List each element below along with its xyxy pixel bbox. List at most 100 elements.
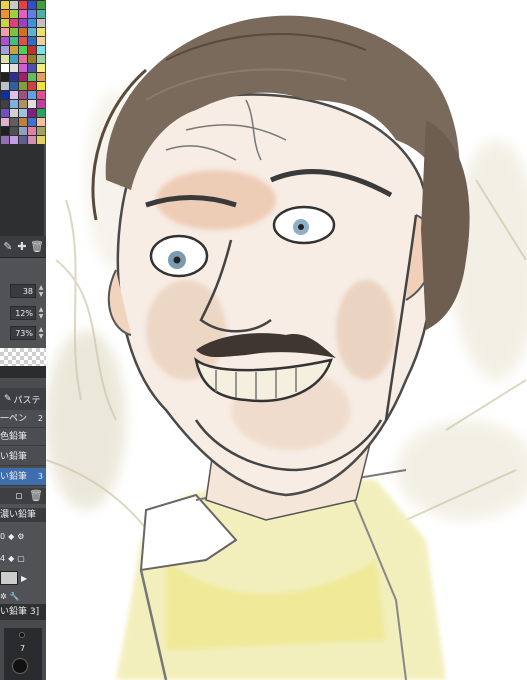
palette-swatch[interactable] (28, 73, 36, 81)
palette-swatch[interactable] (37, 28, 45, 36)
palette-swatch[interactable] (1, 28, 9, 36)
palette-swatch[interactable] (37, 46, 45, 54)
palette-swatch[interactable] (19, 73, 27, 81)
palette-swatch[interactable] (37, 91, 45, 99)
palette-swatch[interactable] (1, 109, 9, 117)
brush-size-field[interactable]: 38 (10, 284, 36, 298)
palette-swatch[interactable] (28, 37, 36, 45)
palette-swatch[interactable] (37, 118, 45, 126)
palette-swatch[interactable] (28, 127, 36, 135)
palette-swatch[interactable] (1, 91, 9, 99)
palette-swatch[interactable] (37, 127, 45, 135)
palette-swatch[interactable] (19, 109, 27, 117)
size-dot-large[interactable] (12, 658, 28, 674)
palette-swatch[interactable] (28, 100, 36, 108)
brush-item-pencil-selected[interactable]: い鉛筆 3 (0, 468, 46, 486)
palette-swatch[interactable] (37, 1, 45, 9)
brush-item-pen[interactable]: 一ペン 2 (0, 410, 46, 428)
palette-swatch[interactable] (19, 10, 27, 18)
texture-preview[interactable] (0, 571, 18, 585)
palette-swatch[interactable] (1, 55, 9, 63)
palette-swatch[interactable] (37, 100, 45, 108)
palette-swatch[interactable] (1, 46, 9, 54)
palette-swatch[interactable] (37, 37, 45, 45)
palette-swatch[interactable] (19, 1, 27, 9)
palette-add-icon[interactable]: ✚ (16, 240, 28, 253)
stepper-icon[interactable]: ◆ (8, 532, 14, 541)
brush-density-field[interactable]: 12% (10, 306, 36, 320)
palette-swatch[interactable] (37, 19, 45, 27)
palette-swatch[interactable] (1, 136, 9, 144)
palette-swatch[interactable] (10, 1, 18, 9)
palette-swatch[interactable] (1, 118, 9, 126)
palette-swatch[interactable] (10, 118, 18, 126)
palette-swatch[interactable] (10, 136, 18, 144)
size-dot-small[interactable] (19, 632, 25, 638)
palette-swatch[interactable] (28, 118, 36, 126)
brush-item-pencil[interactable]: い鉛筆 (0, 448, 46, 466)
palette-swatch[interactable] (19, 127, 27, 135)
brush-opacity-field[interactable]: 73% (10, 326, 36, 340)
palette-swatch[interactable] (10, 82, 18, 90)
palette-swatch[interactable] (19, 91, 27, 99)
palette-swatch[interactable] (10, 10, 18, 18)
sub-row-1-value[interactable]: 0 (0, 532, 5, 541)
brush-size-spinner[interactable]: ▲ ▼ (36, 284, 46, 298)
new-brush-icon[interactable]: ▫ (13, 490, 25, 502)
palette-swatch[interactable] (10, 64, 18, 72)
transparency-swatch[interactable] (0, 348, 46, 366)
palette-swatch[interactable] (19, 19, 27, 27)
palette-swatch[interactable] (28, 109, 36, 117)
palette-edit-icon[interactable]: ✎ (2, 240, 14, 253)
palette-swatch[interactable] (1, 1, 9, 9)
palette-swatch[interactable] (19, 136, 27, 144)
play-icon[interactable]: ▶ (21, 574, 27, 583)
palette-swatch[interactable] (1, 127, 9, 135)
palette-swatch[interactable] (28, 1, 36, 9)
palette-swatch[interactable] (28, 28, 36, 36)
palette-swatch[interactable] (37, 64, 45, 72)
palette-swatch[interactable] (10, 91, 18, 99)
palette-swatch[interactable] (28, 55, 36, 63)
stepper-icon[interactable]: ◆ (8, 554, 14, 563)
palette-swatch[interactable] (28, 19, 36, 27)
palette-swatch[interactable] (28, 82, 36, 90)
palette-delete-icon[interactable]: 🗑 (30, 240, 44, 253)
palette-swatch[interactable] (10, 46, 18, 54)
palette-swatch[interactable] (19, 64, 27, 72)
palette-swatch[interactable] (37, 82, 45, 90)
palette-swatch[interactable] (19, 55, 27, 63)
palette-swatch[interactable] (10, 19, 18, 27)
palette-swatch[interactable] (10, 100, 18, 108)
brush-size-presets[interactable]: 7 (4, 628, 42, 680)
drawing-canvas[interactable] (46, 0, 527, 680)
palette-swatch[interactable] (1, 100, 9, 108)
palette-swatch[interactable] (10, 37, 18, 45)
palette-swatch[interactable] (10, 55, 18, 63)
palette-swatch[interactable] (10, 109, 18, 117)
palette-swatch[interactable] (1, 73, 9, 81)
palette-swatch[interactable] (37, 73, 45, 81)
sub-row-2-value[interactable]: 4 (0, 554, 5, 563)
palette-swatch[interactable] (37, 10, 45, 18)
square-icon[interactable]: ▢ (17, 554, 25, 563)
tab-pastel[interactable]: ✎ パステ (0, 393, 41, 406)
delete-brush-icon[interactable]: 🗑 (29, 490, 43, 502)
brush-opacity-spinner[interactable]: ▲ ▼ (36, 326, 46, 340)
palette-swatch[interactable] (19, 46, 27, 54)
palette-swatch[interactable] (37, 109, 45, 117)
palette-swatch[interactable] (37, 55, 45, 63)
palette-swatch[interactable] (28, 64, 36, 72)
palette-swatch[interactable] (1, 64, 9, 72)
palette-swatch[interactable] (28, 136, 36, 144)
palette-swatch[interactable] (1, 10, 9, 18)
palette-swatch[interactable] (19, 28, 27, 36)
palette-swatch[interactable] (19, 100, 27, 108)
palette-swatch[interactable] (1, 82, 9, 90)
wrench-icon[interactable]: 🔧 (10, 592, 20, 601)
palette-swatch[interactable] (10, 28, 18, 36)
settings-icon[interactable]: ✲ (0, 592, 7, 601)
brush-item-color-pencil[interactable]: 色鉛筆 (0, 428, 46, 446)
palette-swatch[interactable] (37, 136, 45, 144)
palette-swatch[interactable] (1, 19, 9, 27)
